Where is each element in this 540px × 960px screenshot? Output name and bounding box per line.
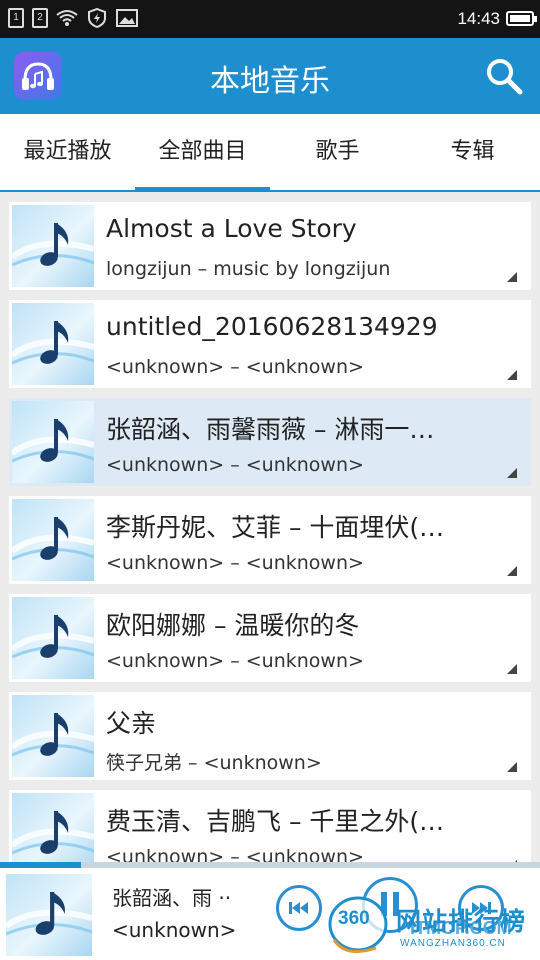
more-options-icon[interactable] <box>507 370 517 380</box>
song-row[interactable]: 费玉清、吉鹏飞 – 千里之外(… <unknown> – <unknown> <box>9 790 531 862</box>
song-title: untitled_20160628134929 <box>106 312 438 341</box>
song-artist: longzijun – music by longzijun <box>106 258 391 280</box>
previous-button[interactable] <box>276 885 322 931</box>
sim1-icon: 1 <box>8 8 24 28</box>
tab-all-tracks[interactable]: 全部曲目 <box>135 114 270 192</box>
previous-icon <box>289 902 308 914</box>
battery-icon <box>506 11 537 26</box>
song-row[interactable]: 欧阳娜娜 – 温暖你的冬 <unknown> – <unknown> <box>9 594 531 682</box>
watermark-domain: WANGZHAN360.CN <box>400 938 506 949</box>
more-options-icon[interactable] <box>507 468 517 478</box>
now-playing-artist: <unknown> <box>112 918 237 942</box>
album-art <box>12 205 94 287</box>
more-options-icon[interactable] <box>507 272 517 282</box>
status-icons-left: 1 2 <box>8 8 138 28</box>
song-list[interactable]: Almost a Love Story longzijun – music by… <box>0 192 540 862</box>
more-options-icon[interactable] <box>507 566 517 576</box>
tab-albums[interactable]: 专辑 <box>405 114 540 190</box>
shield-icon <box>88 8 106 28</box>
image-icon <box>116 9 138 27</box>
app-bar: 本地音乐 <box>0 38 540 114</box>
song-artist: <unknown> – <unknown> <box>106 846 364 862</box>
tab-bar: 最近播放 全部曲目 歌手 专辑 <box>0 114 540 192</box>
song-title: 李斯丹妮、艾菲 – 十面埋伏(… <box>106 513 445 542</box>
page-title: 本地音乐 <box>210 64 330 99</box>
status-bar: 1 2 14:43 <box>0 0 540 38</box>
album-art <box>12 793 94 862</box>
album-art <box>12 303 94 385</box>
watermark-text: 网站排行榜 <box>396 907 527 936</box>
song-title: 欧阳娜娜 – 温暖你的冬 <box>106 611 360 640</box>
tab-recent[interactable]: 最近播放 <box>0 114 135 190</box>
song-artist: 筷子兄弟 – <unknown> <box>106 752 322 774</box>
album-art <box>6 874 92 956</box>
song-title: 父亲 <box>106 709 157 738</box>
song-row[interactable]: untitled_20160628134929 <unknown> – <unk… <box>9 300 531 388</box>
song-artist: <unknown> – <unknown> <box>106 454 364 476</box>
song-artist: <unknown> – <unknown> <box>106 650 364 672</box>
now-playing-title: 张韶涵、雨 ·· <box>112 886 232 910</box>
song-title: Almost a Love Story <box>106 214 357 243</box>
music-app-screen: 1 2 14:43 本地音乐 最近播放 全部曲目 歌手 专辑 Almost a … <box>0 0 540 960</box>
more-options-icon[interactable] <box>507 664 517 674</box>
sim2-icon: 2 <box>32 8 48 28</box>
more-options-icon[interactable] <box>507 762 517 772</box>
album-art <box>12 401 94 483</box>
song-row[interactable]: 父亲 筷子兄弟 – <unknown> <box>9 692 531 780</box>
song-artist: <unknown> – <unknown> <box>106 552 364 574</box>
song-row[interactable]: Almost a Love Story longzijun – music by… <box>9 202 531 290</box>
album-art <box>12 597 94 679</box>
song-row[interactable]: 李斯丹妮、艾菲 – 十面埋伏(… <unknown> – <unknown> <box>9 496 531 584</box>
clock: 14:43 <box>457 9 500 28</box>
song-title: 费玉清、吉鹏飞 – 千里之外(… <box>106 807 445 836</box>
album-art <box>12 695 94 777</box>
album-art <box>12 499 94 581</box>
wifi-icon <box>56 10 78 26</box>
tab-artists[interactable]: 歌手 <box>270 114 405 190</box>
watermark-360-badge: 360 <box>338 908 370 929</box>
song-artist: <unknown> – <unknown> <box>106 356 364 378</box>
search-icon[interactable] <box>484 56 524 96</box>
song-title: 张韶涵、雨馨雨薇 – 淋雨一… <box>106 415 435 444</box>
song-row[interactable]: 张韶涵、雨馨雨薇 – 淋雨一… <unknown> – <unknown> <box>9 398 531 486</box>
